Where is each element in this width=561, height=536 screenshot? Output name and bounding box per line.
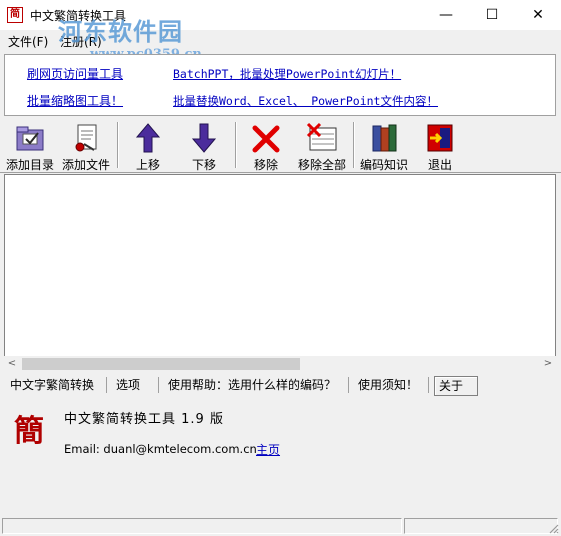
horizontal-scrollbar[interactable]: < >	[4, 356, 556, 372]
scroll-thumb[interactable]	[22, 358, 300, 370]
remove-all-button[interactable]: 移除全部	[294, 120, 350, 172]
status-bar	[0, 516, 561, 536]
exit-door-icon	[427, 124, 453, 152]
maximize-button[interactable]: ☐	[469, 0, 515, 30]
scroll-left-icon[interactable]: <	[4, 356, 20, 372]
add-directory-label: 添加目录	[5, 158, 54, 172]
link-page-views-tool[interactable]: 刷网页访问量工具	[27, 65, 123, 82]
move-up-label: 上移	[135, 158, 160, 172]
remove-all-label: 移除全部	[297, 158, 346, 172]
homepage-link[interactable]: 主页	[256, 441, 280, 458]
app-icon: 简	[7, 7, 23, 23]
exit-label: 退出	[427, 158, 452, 172]
app-logo-icon: 簡	[14, 414, 44, 449]
move-down-button[interactable]: 下移	[176, 120, 232, 172]
about-email: Email: duanl@kmtelecom.com.cn	[64, 442, 257, 456]
file-add-icon	[75, 124, 97, 152]
encoding-knowledge-label: 编码知识	[359, 158, 408, 172]
about-title: 中文繁简转换工具 1.9 版	[64, 412, 224, 427]
tab-separator	[348, 377, 349, 393]
watermark-text: 河东软件园	[58, 17, 183, 46]
toolbar-separator	[235, 122, 237, 168]
status-panel-main	[2, 518, 402, 534]
add-file-label: 添加文件	[61, 158, 110, 172]
tab-separator	[106, 377, 107, 393]
about-panel: 簡 中文繁简转换工具 1.9 版 Email: duanl@kmtelecom.…	[4, 398, 556, 514]
scroll-right-icon[interactable]: >	[540, 356, 556, 372]
link-batchppt[interactable]: BatchPPT，批量处理PowerPoint幻灯片！	[173, 66, 401, 82]
minimize-button[interactable]: —	[423, 0, 469, 30]
menu-file[interactable]: 文件(F)	[8, 33, 48, 50]
tab-separator	[428, 377, 429, 393]
close-button[interactable]: ✕	[515, 0, 561, 30]
tab-options[interactable]: 选项	[112, 376, 144, 394]
tab-help[interactable]: 使用帮助：选用什么样的编码？	[164, 376, 340, 394]
resize-grip-icon[interactable]	[547, 522, 559, 534]
tab-separator	[158, 377, 159, 393]
folder-add-icon	[16, 126, 44, 151]
books-icon	[372, 124, 397, 152]
arrow-up-icon	[135, 123, 161, 153]
toolbar: 添加目录 添加文件 上移 下移 移除 移除全部 编码知识 退出	[0, 118, 561, 173]
remove-x-icon	[252, 125, 280, 153]
toolbar-separator	[117, 122, 119, 168]
arrow-down-icon	[191, 123, 217, 153]
file-list[interactable]	[4, 174, 556, 372]
add-directory-button[interactable]: 添加目录	[2, 120, 58, 172]
remove-all-icon	[306, 122, 337, 151]
link-batch-replace[interactable]: 批量替换Word、Excel、 PowerPoint文件内容！	[173, 93, 438, 109]
encoding-knowledge-button[interactable]: 编码知识	[356, 120, 412, 172]
status-panel-secondary	[404, 518, 558, 534]
exit-button[interactable]: 退出	[412, 120, 468, 172]
link-batch-thumbnail[interactable]: 批量缩略图工具！	[27, 92, 123, 109]
move-up-button[interactable]: 上移	[120, 120, 176, 172]
add-file-button[interactable]: 添加文件	[58, 120, 114, 172]
tab-about[interactable]: 关于	[434, 376, 478, 396]
tab-convert[interactable]: 中文字繁简转换	[6, 376, 98, 394]
tab-bar: 中文字繁简转换 选项 使用帮助：选用什么样的编码？ 使用须知！ 关于	[0, 374, 561, 396]
remove-label: 移除	[253, 158, 278, 172]
remove-button[interactable]: 移除	[238, 120, 294, 172]
links-panel: 刷网页访问量工具 BatchPPT，批量处理PowerPoint幻灯片！ 批量缩…	[4, 54, 556, 116]
move-down-label: 下移	[191, 158, 216, 172]
toolbar-separator	[353, 122, 355, 168]
tab-notice[interactable]: 使用须知！	[354, 376, 422, 394]
